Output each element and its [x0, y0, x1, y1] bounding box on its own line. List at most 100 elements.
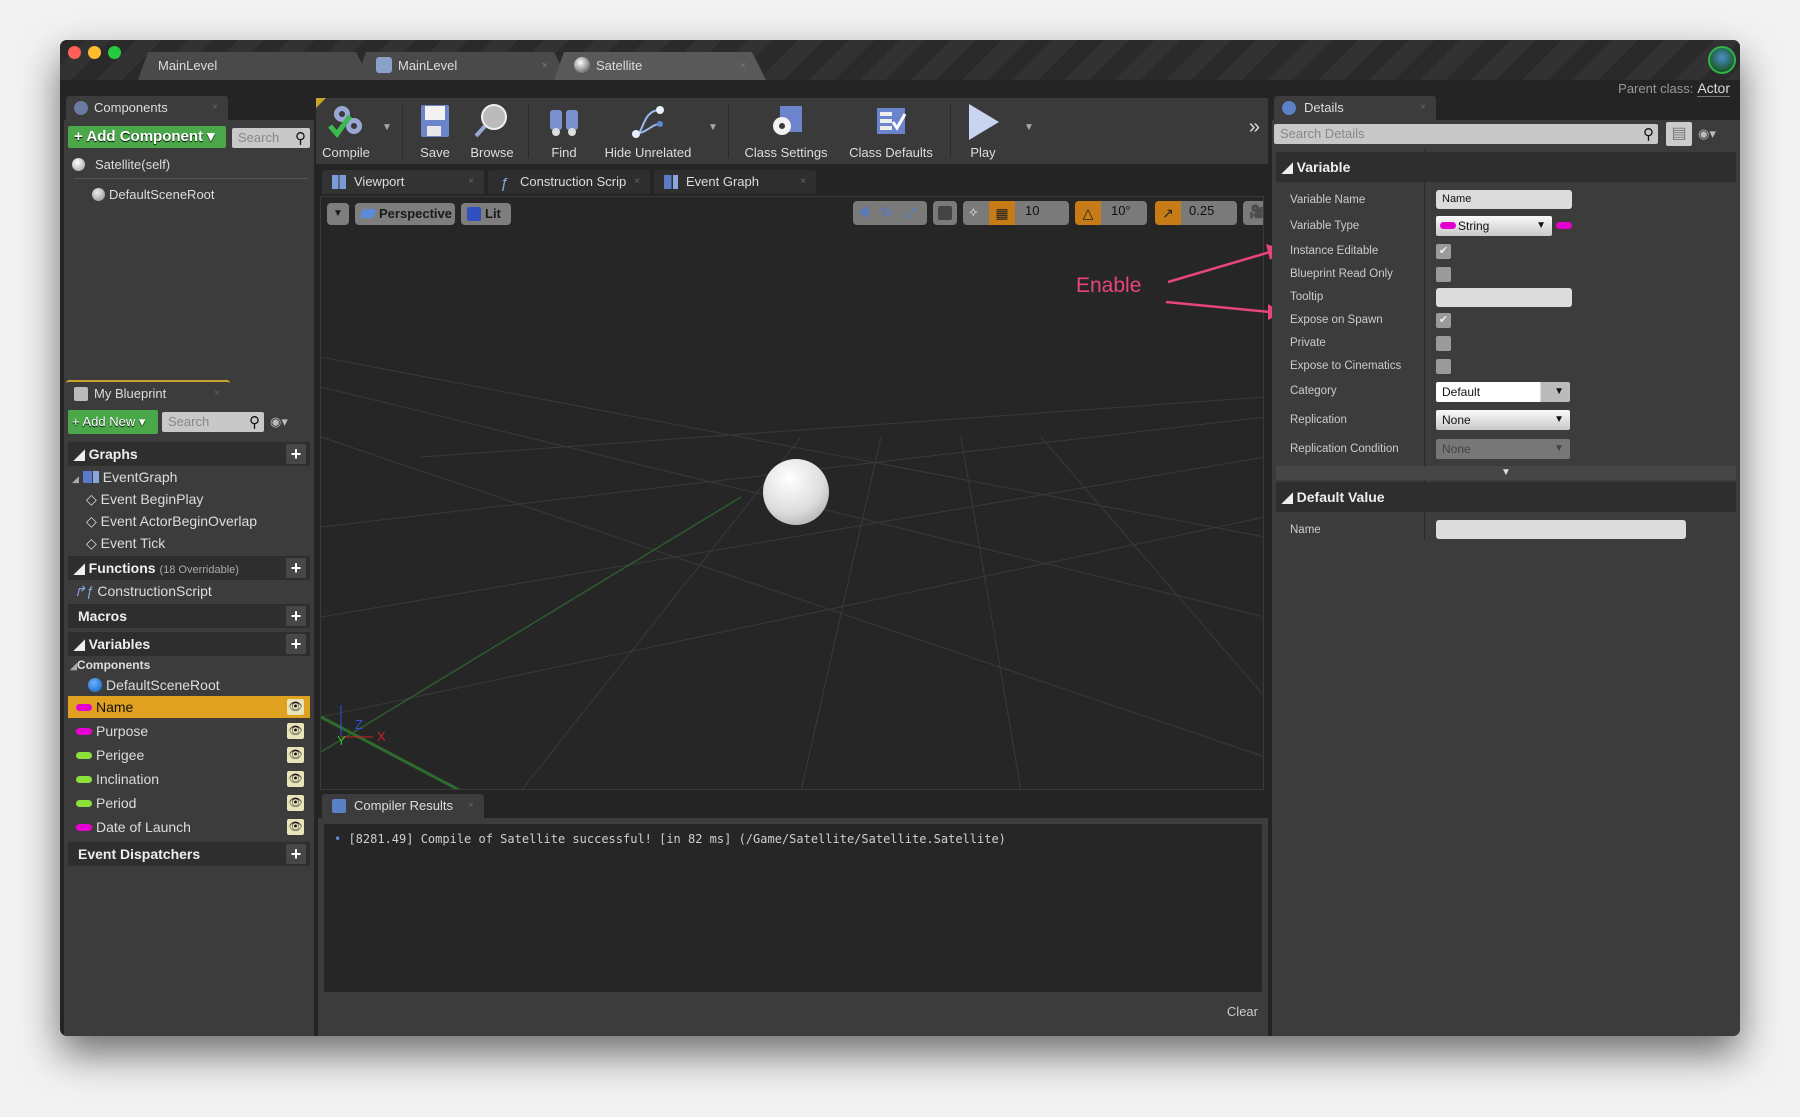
log-message[interactable]: • [8281.49] Compile of Satellite success… [334, 832, 1006, 846]
section-graphs[interactable]: ◢ Graphs + [68, 442, 310, 466]
visibility-eye-icon[interactable]: 👁 [287, 699, 304, 715]
view-options-eye-icon[interactable]: ◉▾ [270, 414, 288, 430]
compile-options-dropdown[interactable]: ▼ [382, 122, 392, 133]
section-variables[interactable]: ◢ Variables + [68, 632, 310, 656]
tree-item-event[interactable]: ◇ Event Tick [64, 532, 314, 554]
visibility-eye-icon[interactable]: 👁 [287, 723, 304, 739]
tab-mainlevel-2[interactable]: MainLevel × [356, 52, 568, 80]
add-event-dispatcher-button[interactable]: + [286, 844, 306, 864]
variable-row-period[interactable]: Period 👁 [68, 792, 310, 814]
tab-construction-script[interactable]: ƒ Construction Scrip × [488, 170, 650, 194]
expose-on-spawn-checkbox[interactable]: ✔ [1436, 313, 1451, 328]
tab-components[interactable]: Components × [66, 96, 228, 120]
variable-type-dropdown[interactable]: String ▼ [1436, 216, 1552, 236]
grid-snap-value[interactable]: 10 [1025, 203, 1039, 218]
replication-dropdown[interactable]: None ▼ [1436, 410, 1570, 430]
view-options-eye-icon[interactable]: ◉▾ [1698, 126, 1716, 142]
my-blueprint-search-input[interactable]: Search ⚲ [162, 412, 264, 432]
parent-class-link[interactable]: Actor [1697, 80, 1730, 97]
add-component-button[interactable]: + Add Component ▾ [68, 126, 226, 148]
tab-viewport[interactable]: Viewport × [322, 170, 484, 194]
scale-tool-icon[interactable]: ⤢ [905, 204, 916, 221]
close-tab-icon[interactable]: × [634, 170, 640, 194]
close-tab-icon[interactable]: × [1420, 96, 1426, 120]
find-button[interactable]: Find [536, 98, 592, 164]
variable-row-perigee[interactable]: Perigee 👁 [68, 744, 310, 766]
minimize-window-button[interactable] [88, 46, 101, 59]
close-tab-icon[interactable]: × [212, 96, 218, 120]
tab-my-blueprint[interactable]: My Blueprint × [66, 380, 230, 404]
instance-editable-checkbox[interactable]: ✔ [1436, 244, 1451, 259]
tab-mainlevel-1[interactable]: MainLevel [138, 52, 370, 80]
add-variable-button[interactable]: + [286, 634, 306, 654]
default-name-input[interactable] [1436, 520, 1686, 539]
container-type-pill-icon[interactable] [1556, 222, 1572, 229]
component-item-self[interactable]: Satellite(self) [64, 154, 314, 176]
class-defaults-button[interactable]: Class Defaults [840, 98, 942, 164]
tree-item-event[interactable]: ◇ Event ActorBeginOverlap [64, 510, 314, 532]
close-tab-icon[interactable]: × [800, 170, 806, 194]
tab-event-graph[interactable]: Event Graph × [654, 170, 816, 194]
component-item-defaultsceneroot[interactable]: DefaultSceneRoot [64, 184, 314, 206]
satellite-sphere-mesh[interactable] [763, 459, 829, 525]
section-default-value[interactable]: ◢ Default Value [1276, 482, 1736, 512]
viewport-options-dropdown[interactable]: ▼ [327, 203, 349, 225]
rotation-snap-value[interactable]: 10° [1111, 203, 1131, 218]
hide-unrelated-button[interactable]: Hide Unrelated [598, 98, 698, 164]
close-tab-icon[interactable]: × [214, 382, 220, 406]
scale-snap-toggle-icon[interactable]: ↗ [1155, 201, 1181, 225]
tree-category-components[interactable]: ◢Components [64, 656, 314, 674]
close-tab-icon[interactable]: × [468, 794, 474, 818]
tab-compiler-results[interactable]: Compiler Results × [322, 794, 484, 818]
blueprint-read-only-checkbox[interactable] [1436, 267, 1451, 282]
components-search-input[interactable]: Search ⚲ [232, 128, 310, 148]
grid-snap-toggle-icon[interactable]: ▦ [989, 201, 1015, 225]
tab-details[interactable]: Details × [1274, 96, 1436, 120]
rotate-tool-icon[interactable]: ↻ [881, 204, 893, 221]
save-button[interactable]: Save [410, 98, 460, 164]
visibility-eye-icon[interactable]: 👁 [287, 771, 304, 787]
close-tab-icon[interactable]: × [542, 52, 548, 80]
section-event-dispatchers[interactable]: Event Dispatchers + [68, 842, 310, 866]
section-variable[interactable]: ◢ Variable [1276, 152, 1736, 182]
class-settings-button[interactable]: Class Settings [736, 98, 836, 164]
clear-button[interactable]: Clear [1227, 1004, 1258, 1019]
camera-speed-button[interactable]: 🎥 4 [1243, 201, 1263, 225]
add-graph-button[interactable]: + [286, 444, 306, 464]
variable-row-inclination[interactable]: Inclination 👁 [68, 768, 310, 790]
tooltip-input[interactable] [1436, 288, 1572, 307]
play-button[interactable]: Play [958, 98, 1008, 164]
search-details-input[interactable]: Search Details ⚲ [1274, 124, 1658, 144]
perspective-button[interactable]: Perspective [355, 203, 455, 225]
maximize-window-button[interactable] [108, 46, 121, 59]
section-functions[interactable]: ◢ Functions (18 Overridable) + [68, 556, 310, 580]
tutorial-hat-icon[interactable] [1708, 46, 1736, 74]
browse-button[interactable]: Browse [464, 98, 520, 164]
variable-row-date-of-launch[interactable]: Date of Launch 👁 [68, 816, 310, 838]
scale-snap-value[interactable]: 0.25 [1189, 203, 1214, 218]
variable-row-name[interactable]: Name 👁 [68, 696, 310, 718]
section-macros[interactable]: Macros + [68, 604, 310, 628]
compile-button[interactable]: Compile [318, 98, 374, 164]
world-local-toggle[interactable] [933, 201, 957, 225]
close-tab-icon[interactable]: × [468, 170, 474, 194]
tree-item-constructionscript[interactable]: ↱ƒ ConstructionScript [64, 580, 314, 602]
tree-item-defaultsceneroot[interactable]: DefaultSceneRoot [64, 674, 314, 696]
play-options-dropdown[interactable]: ▼ [1024, 122, 1034, 133]
close-tab-icon[interactable]: × [740, 52, 746, 80]
close-window-button[interactable] [68, 46, 81, 59]
add-new-button[interactable]: + Add New ▾ [68, 410, 158, 434]
lit-button[interactable]: Lit [461, 203, 511, 225]
variable-row-purpose[interactable]: Purpose 👁 [68, 720, 310, 742]
private-checkbox[interactable] [1436, 336, 1451, 351]
visibility-eye-icon[interactable]: 👁 [287, 795, 304, 811]
advanced-expand-button[interactable]: ▼ [1276, 466, 1736, 480]
tree-item-eventgraph[interactable]: ◢ EventGraph [64, 466, 314, 488]
hide-unrelated-dropdown[interactable]: ▼ [708, 122, 718, 133]
surface-snap-icon[interactable]: ⟡ [969, 204, 978, 220]
tree-item-event[interactable]: ◇ Event BeginPlay [64, 488, 314, 510]
toolbar-overflow-button[interactable]: » [1249, 116, 1260, 139]
add-function-button[interactable]: + [286, 558, 306, 578]
add-macro-button[interactable]: + [286, 606, 306, 626]
variable-name-input[interactable]: Name [1436, 190, 1572, 209]
